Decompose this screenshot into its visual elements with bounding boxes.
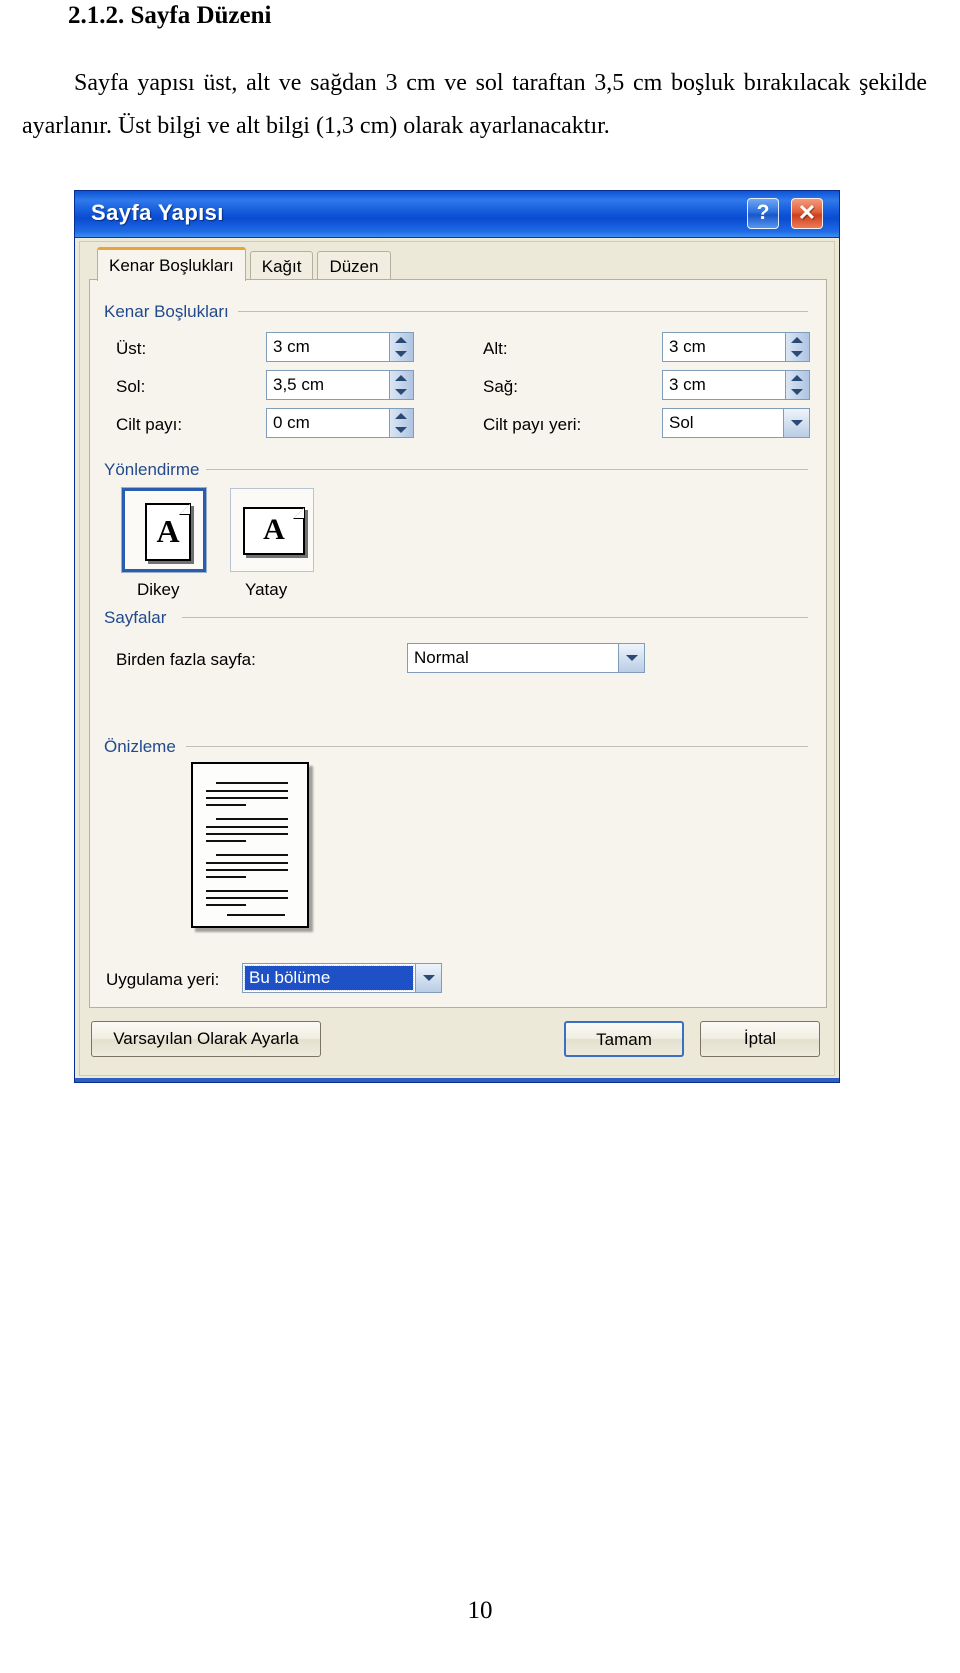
arrow-up-icon[interactable] bbox=[395, 413, 407, 419]
group-title-preview: Önizleme bbox=[104, 737, 183, 757]
chevron-down-icon[interactable] bbox=[415, 964, 441, 992]
combo-cilt-payi-yeri-value: Sol bbox=[669, 413, 694, 432]
group-rule-margins bbox=[238, 311, 808, 312]
label-birden-fazla-sayfa: Birden fazla sayfa: bbox=[116, 650, 256, 669]
cancel-button[interactable]: İptal bbox=[700, 1021, 820, 1057]
landscape-page-icon: A bbox=[243, 507, 305, 555]
page-heading: 2.1.2. Sayfa Düzeni bbox=[68, 2, 272, 29]
arrow-down-icon[interactable] bbox=[395, 351, 407, 357]
group-title-orientation: Yönlendirme bbox=[104, 460, 207, 480]
close-icon[interactable]: ✕ bbox=[791, 198, 823, 229]
page-preview-thumbnail bbox=[191, 762, 309, 928]
page-corner-fold bbox=[179, 503, 191, 515]
page-corner-fold bbox=[293, 507, 305, 519]
help-glyph: ? bbox=[756, 201, 770, 224]
set-default-button[interactable]: Varsayılan Olarak Ayarla bbox=[91, 1021, 321, 1057]
arrow-down-icon[interactable] bbox=[395, 389, 407, 395]
group-rule-preview bbox=[186, 746, 808, 747]
landscape-glyph: A bbox=[263, 513, 285, 546]
tab-kenar-bosluklari[interactable]: Kenar Boşlukları bbox=[97, 247, 246, 281]
arrow-up-icon[interactable] bbox=[395, 337, 407, 343]
label-cilt-payi: Cilt payı: bbox=[116, 415, 183, 434]
label-sag: Sağ: bbox=[483, 377, 518, 396]
spinner-sol[interactable]: 3,5 cm bbox=[266, 370, 414, 400]
help-icon[interactable]: ? bbox=[747, 198, 779, 229]
portrait-glyph: A bbox=[156, 513, 180, 549]
spinner-cilt-payi[interactable]: 0 cm bbox=[266, 408, 414, 438]
dialog-title: Sayfa Yapısı bbox=[91, 200, 224, 225]
spinner-ust-arrows[interactable] bbox=[389, 333, 413, 361]
portrait-page-icon: A bbox=[145, 503, 191, 561]
label-cilt-payi-yeri: Cilt payı yeri: bbox=[483, 415, 582, 434]
spinner-sag-value: 3 cm bbox=[669, 375, 706, 394]
dialog-titlebar[interactable]: Sayfa Yapısı ? ✕ bbox=[75, 191, 839, 238]
group-rule-pages bbox=[182, 617, 808, 618]
label-sol: Sol: bbox=[116, 377, 146, 396]
spinner-sol-value: 3,5 cm bbox=[273, 375, 325, 394]
combo-birden-fazla-sayfa[interactable]: Normal bbox=[407, 643, 645, 673]
tab-strip: Kenar Boşlukları Kağıt Düzen bbox=[97, 247, 395, 281]
arrow-up-icon[interactable] bbox=[395, 375, 407, 381]
label-alt: Alt: bbox=[483, 339, 508, 358]
page-setup-dialog: Sayfa Yapısı ? ✕ Kenar Boşlukları Kağıt Dü… bbox=[74, 190, 840, 1083]
label-ust: Üst: bbox=[116, 339, 147, 358]
close-glyph: ✕ bbox=[797, 200, 817, 225]
spinner-alt-arrows[interactable] bbox=[785, 333, 809, 361]
combo-uygulama-yeri[interactable]: Bu bölüme bbox=[242, 963, 442, 993]
page-number: 10 bbox=[467, 1597, 493, 1624]
spinner-alt-value: 3 cm bbox=[669, 337, 706, 356]
spinner-cilt-payi-value: 0 cm bbox=[273, 413, 310, 432]
orientation-label-portrait: Dikey bbox=[137, 580, 180, 599]
tab-kagit[interactable]: Kağıt bbox=[249, 251, 314, 281]
spinner-alt[interactable]: 3 cm bbox=[662, 332, 810, 362]
arrow-up-icon[interactable] bbox=[791, 337, 803, 343]
chevron-down-icon[interactable] bbox=[618, 644, 644, 672]
label-uygulama-yeri: Uygulama yeri: bbox=[106, 970, 220, 989]
spinner-sol-arrows[interactable] bbox=[389, 371, 413, 399]
arrow-down-icon[interactable] bbox=[791, 351, 803, 357]
spinner-ust-value: 3 cm bbox=[273, 337, 310, 356]
chevron-down-icon[interactable] bbox=[783, 409, 809, 437]
ok-button[interactable]: Tamam bbox=[564, 1021, 684, 1057]
spinner-ust[interactable]: 3 cm bbox=[266, 332, 414, 362]
dialog-footer-rule bbox=[75, 1078, 839, 1082]
combo-uygulama-yeri-value: Bu bölüme bbox=[244, 965, 414, 991]
group-title-margins: Kenar Boşlukları bbox=[104, 302, 236, 322]
combo-birden-fazla-sayfa-value: Normal bbox=[414, 648, 469, 667]
arrow-up-icon[interactable] bbox=[791, 375, 803, 381]
orientation-option-landscape[interactable]: A bbox=[230, 488, 314, 572]
spinner-sag[interactable]: 3 cm bbox=[662, 370, 810, 400]
orientation-label-landscape: Yatay bbox=[245, 580, 288, 599]
paragraph-text: Sayfa yapısı üst, alt ve sağdan 3 cm ve … bbox=[22, 70, 927, 139]
orientation-option-portrait[interactable]: A bbox=[121, 487, 207, 573]
combo-cilt-payi-yeri[interactable]: Sol bbox=[662, 408, 810, 438]
group-title-pages: Sayfalar bbox=[104, 608, 174, 628]
tab-duzen[interactable]: Düzen bbox=[317, 251, 391, 281]
spinner-sag-arrows[interactable] bbox=[785, 371, 809, 399]
tab-panel-margins: Kenar Boşlukları Üst: 3 cm Alt: 3 cm Sol… bbox=[89, 279, 827, 1008]
group-rule-orientation bbox=[206, 469, 808, 470]
arrow-down-icon[interactable] bbox=[791, 389, 803, 395]
body-paragraph: Sayfa yapısı üst, alt ve sağdan 3 cm ve … bbox=[22, 62, 927, 148]
arrow-down-icon[interactable] bbox=[395, 427, 407, 433]
spinner-cilt-payi-arrows[interactable] bbox=[389, 409, 413, 437]
